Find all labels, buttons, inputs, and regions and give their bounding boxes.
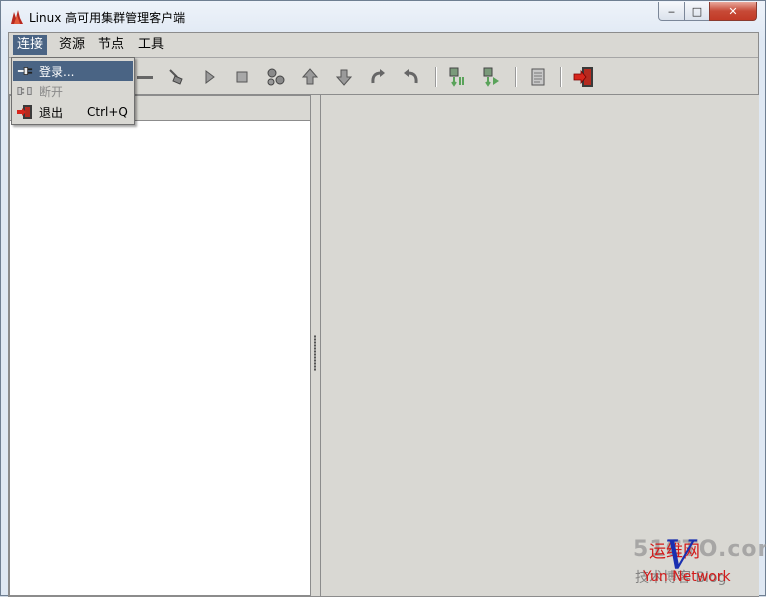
watermark-network: Yun Network (643, 569, 731, 585)
toolbar-separator (515, 67, 517, 87)
minimize-button[interactable]: ‒ (658, 2, 685, 21)
unplug-icon (17, 83, 33, 99)
start-button[interactable] (198, 65, 222, 89)
move-down-button[interactable] (332, 65, 356, 89)
maximize-icon: □ (691, 4, 703, 18)
toolbar-separator (435, 67, 437, 87)
redo-button[interactable] (366, 65, 390, 89)
up-arrow-icon (302, 68, 318, 85)
connect-menu-dropdown: 登录... 断开 退出 Ctrl+Q (11, 57, 135, 125)
app-window: Linux 高可用集群管理客户端 ‒ □ ✕ 连接 资源 节点 工具 登录...… (0, 0, 766, 597)
close-button[interactable]: ✕ (709, 2, 757, 21)
toolbar-separator (560, 67, 562, 87)
play-icon (205, 70, 215, 84)
stop-button[interactable] (230, 65, 254, 89)
title-bar[interactable]: Linux 高可用集群管理客户端 ‒ □ ✕ (1, 1, 765, 32)
menu-item-disconnect[interactable]: 断开 (13, 81, 133, 101)
watermark: 51CTO.com 运维网 V 技术博客 Blog Yun Network (631, 531, 766, 593)
right-detail-panel (320, 95, 759, 596)
menu-tools[interactable]: 工具 (134, 35, 168, 55)
down-arrow-icon (336, 69, 352, 86)
undo-icon (404, 69, 418, 84)
panel-splitter[interactable] (311, 95, 320, 596)
menu-item-shortcut: Ctrl+Q (87, 105, 128, 119)
node-standby-icon (449, 67, 464, 87)
redo-icon (371, 69, 385, 84)
menu-item-exit[interactable]: 退出 Ctrl+Q (13, 102, 133, 122)
node-standby-button[interactable] (445, 65, 469, 89)
maximize-button[interactable]: □ (684, 2, 710, 21)
move-up-button[interactable] (298, 65, 322, 89)
document-icon (531, 68, 545, 86)
exit-door-icon (17, 104, 33, 120)
menu-item-label: 断开 (39, 84, 64, 99)
migrate-button[interactable] (264, 65, 288, 89)
close-icon: ✕ (728, 4, 738, 18)
window-title: Linux 高可用集群管理客户端 (29, 11, 186, 25)
document-button[interactable] (526, 65, 550, 89)
minimize-icon: ‒ (668, 4, 675, 18)
menu-bar: 连接 资源 节点 工具 (9, 33, 758, 58)
remove-button[interactable] (133, 65, 157, 89)
menu-connect[interactable]: 连接 (13, 35, 48, 55)
stop-icon (236, 71, 248, 83)
node-active-button[interactable] (479, 65, 503, 89)
menu-item-login[interactable]: 登录... (13, 61, 133, 81)
remove-icon (137, 76, 153, 79)
menu-resource[interactable]: 资源 (55, 35, 89, 55)
clean-button[interactable] (164, 65, 188, 89)
migrate-icon (267, 68, 285, 86)
undo-button[interactable] (399, 65, 423, 89)
app-icon (9, 9, 25, 25)
splitter-grip[interactable] (314, 335, 316, 371)
left-tree-panel[interactable] (9, 95, 311, 596)
exit-icon (573, 67, 593, 87)
menu-item-label: 退出 (39, 105, 64, 120)
exit-toolbar-button[interactable] (572, 65, 596, 89)
menu-node[interactable]: 节点 (94, 35, 128, 55)
plug-login-icon (17, 63, 33, 79)
clean-brush-icon (169, 69, 183, 85)
node-active-icon (483, 67, 499, 87)
menu-item-label: 登录... (39, 64, 75, 79)
